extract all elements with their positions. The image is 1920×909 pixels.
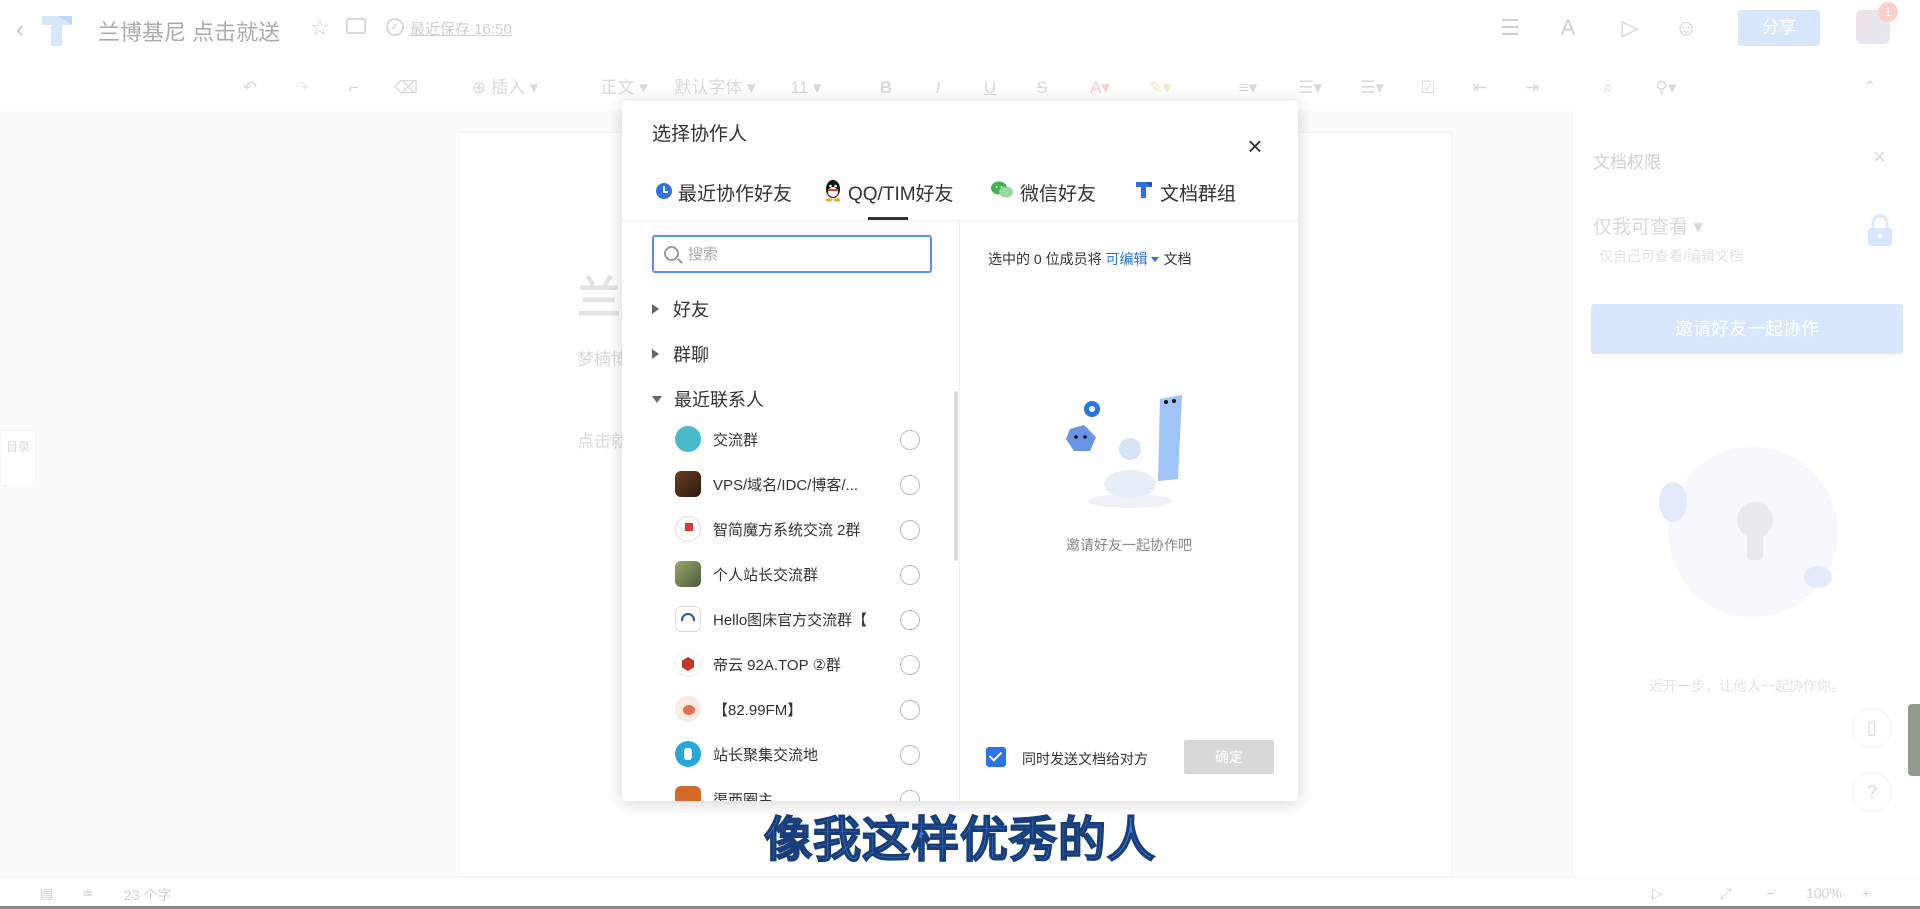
contact-avatar	[675, 696, 701, 722]
selection-suffix: 文档	[1163, 251, 1192, 267]
contact-item[interactable]: Hello图床官方交流群【	[675, 602, 940, 636]
contact-avatar	[675, 516, 701, 542]
permission-dropdown[interactable]: 可编辑	[1105, 251, 1163, 267]
qq-penguin-icon	[825, 180, 841, 202]
contact-avatar	[675, 786, 701, 801]
tab-recent-collaborators[interactable]: 最近协作好友	[656, 179, 792, 219]
contact-radio[interactable]	[900, 655, 920, 675]
contact-avatar	[675, 741, 701, 767]
contact-item[interactable]: 渠西圈主	[675, 782, 940, 801]
search-icon	[664, 246, 679, 261]
select-collaborator-dialog: 选择协作人 × 最近协作好友 QQ/TIM好友 微信好友 文档群组 搜索 好友 …	[622, 101, 1298, 801]
caret-right-icon	[652, 349, 659, 359]
group-label: 最近联系人	[674, 390, 764, 410]
contact-radio[interactable]	[900, 475, 920, 495]
send-doc-checkbox[interactable]	[986, 747, 1006, 767]
tab-label: 文档群组	[1160, 184, 1237, 205]
contact-avatar	[675, 606, 701, 632]
selection-summary: 选中的 0 位成员将 可编辑 文档	[988, 249, 1191, 269]
contact-item[interactable]: 站长聚集交流地	[675, 737, 940, 771]
search-input[interactable]	[688, 242, 918, 266]
caret-down-icon	[652, 395, 662, 403]
contact-radio[interactable]	[900, 565, 920, 585]
contact-item[interactable]: 智简魔方系统交流 2群	[675, 512, 940, 546]
caret-right-icon	[652, 304, 659, 314]
contact-name: 帝云 92A.TOP ②群	[713, 656, 841, 674]
contact-radio[interactable]	[900, 520, 920, 540]
contact-radio[interactable]	[900, 610, 920, 630]
confirm-button[interactable]: 确定	[1184, 740, 1274, 774]
contact-item[interactable]: 个人站长交流群	[675, 557, 940, 591]
contact-radio[interactable]	[900, 745, 920, 765]
contact-name: Hello图床官方交流群【	[713, 611, 868, 629]
contact-list-pane: 好友 群聊 最近联系人 交流群 VPS/域名/IDC/博客/... 智简魔方系统…	[622, 221, 960, 801]
send-doc-label: 同时发送文档给对方	[1022, 751, 1148, 767]
contact-radio[interactable]	[900, 430, 920, 450]
caret-down-icon	[1151, 256, 1160, 262]
group-friends[interactable]: 好友	[652, 295, 709, 323]
contact-item[interactable]: VPS/域名/IDC/博客/...	[675, 467, 940, 501]
contact-avatar	[675, 426, 701, 452]
contact-radio[interactable]	[900, 700, 920, 720]
contact-item[interactable]: 【82.99FM】	[675, 692, 940, 726]
tab-label: QQ/TIM好友	[848, 184, 954, 205]
contact-avatar	[675, 561, 701, 587]
contact-name: 智简魔方系统交流 2群	[713, 521, 861, 539]
empty-collaborators-illustration	[1066, 395, 1182, 508]
contact-name: 个人站长交流群	[713, 566, 819, 584]
contact-item[interactable]: 交流群	[675, 422, 940, 456]
selected-members-pane: 选中的 0 位成员将 可编辑 文档 邀请好友一起协作吧 同时发送文档给对方 确定	[960, 221, 1298, 801]
dialog-title: 选择协作人	[652, 124, 748, 145]
clock-icon	[656, 183, 672, 199]
active-tab-indicator	[868, 217, 908, 220]
tab-wechat-friends[interactable]: 微信好友	[990, 179, 1096, 219]
contact-avatar	[675, 651, 701, 677]
contact-list-scrollbar[interactable]	[954, 391, 958, 561]
empty-tip: 邀请好友一起协作吧	[1066, 537, 1192, 553]
contact-name: 交流群	[713, 431, 759, 449]
contact-name: VPS/域名/IDC/博客/...	[713, 476, 859, 494]
contact-avatar	[675, 471, 701, 497]
group-recent-contacts[interactable]: 最近联系人	[652, 385, 764, 413]
tab-label: 微信好友	[1020, 184, 1097, 205]
contact-name: 站长聚集交流地	[713, 746, 819, 764]
tab-label: 最近协作好友	[678, 184, 793, 205]
contact-name: 【82.99FM】	[713, 701, 803, 719]
wechat-icon	[991, 181, 1013, 198]
selection-prefix: 选中的 0 位成员将	[988, 251, 1102, 267]
tab-qq-tim-friends[interactable]: QQ/TIM好友	[824, 179, 954, 219]
search-field[interactable]	[652, 235, 932, 273]
close-icon[interactable]: ×	[1242, 133, 1268, 159]
group-label: 好友	[673, 300, 709, 320]
group-label: 群聊	[673, 345, 709, 365]
collaborator-tabs: 最近协作好友 QQ/TIM好友 微信好友 文档群组	[622, 169, 1298, 221]
contact-item[interactable]: 帝云 92A.TOP ②群	[675, 647, 940, 681]
permission-link-label: 可编辑	[1105, 251, 1148, 267]
group-group-chats[interactable]: 群聊	[652, 340, 709, 368]
video-subtitle: 像我这样优秀的人	[763, 811, 1156, 869]
docs-logo-icon	[1136, 182, 1152, 198]
tab-doc-groups[interactable]: 文档群组	[1134, 179, 1236, 219]
